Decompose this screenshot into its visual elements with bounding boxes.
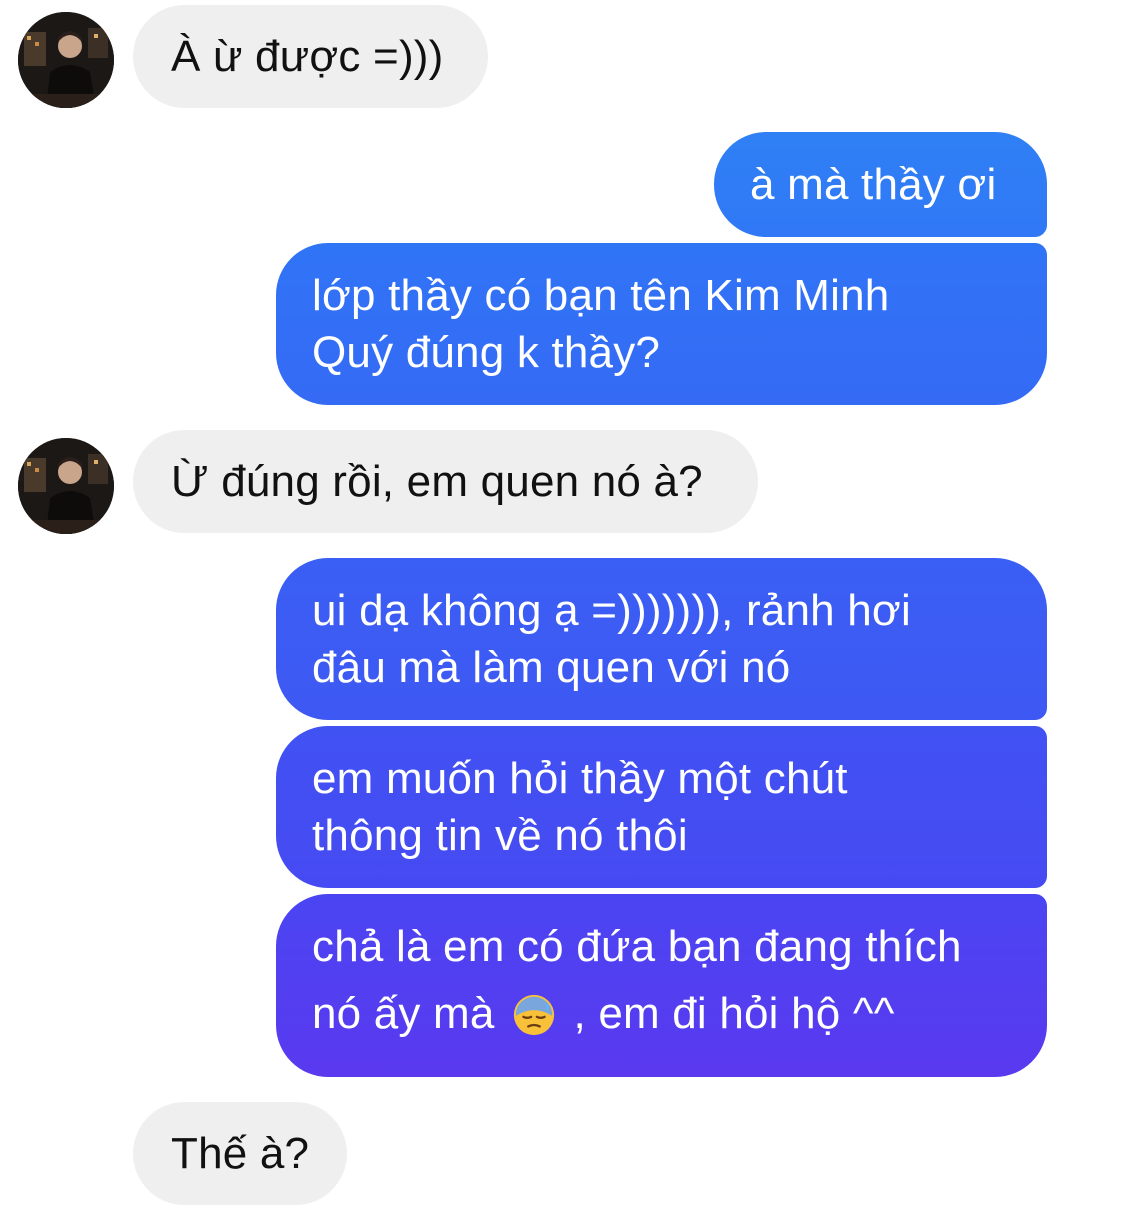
message-text: Quý đúng k thầy? — [312, 328, 661, 377]
outgoing-message[interactable]: ui dạ không ạ =))))))), rảnh hơi đâu mà … — [276, 558, 1047, 720]
incoming-message[interactable]: Thế à? — [133, 1102, 347, 1205]
outgoing-message[interactable]: à mà thầy ơi — [714, 132, 1047, 237]
message-text: Thế à? — [171, 1129, 310, 1178]
contact-photo — [18, 438, 114, 534]
outgoing-message[interactable]: chả là em có đứa bạn đang thích nó ấy mà… — [276, 894, 1047, 1077]
message-text: lớp thầy có bạn tên Kim Minh — [312, 271, 890, 320]
contact-avatar[interactable] — [18, 12, 114, 108]
message-text: đâu mà làm quen với nó — [312, 643, 791, 692]
message-text: Ừ đúng rồi, em quen nó à? — [171, 457, 703, 506]
message-text-with-emoji: nó ấy mà , em đi hỏi hộ ^^ — [312, 979, 1011, 1049]
outgoing-message[interactable]: lớp thầy có bạn tên Kim Minh Quý đúng k … — [276, 243, 1047, 405]
incoming-message[interactable]: Ừ đúng rồi, em quen nó à? — [133, 430, 758, 533]
downcast-sweat-face-emoji — [513, 994, 555, 1036]
message-text: nó ấy mà — [312, 989, 495, 1038]
message-text: , em đi hỏi hộ ^^ — [573, 989, 895, 1038]
message-text: chả là em có đứa bạn đang thích — [312, 922, 962, 971]
message-text: à mà thầy ơi — [750, 160, 997, 209]
message-thread[interactable]: À ừ được =))) à mà thầy ơi lớp thầy có b… — [0, 0, 1125, 1211]
contact-avatar[interactable] — [18, 438, 114, 534]
contact-photo — [18, 12, 114, 108]
message-text: thông tin về nó thôi — [312, 811, 688, 860]
outgoing-message[interactable]: em muốn hỏi thầy một chút thông tin về n… — [276, 726, 1047, 888]
incoming-message[interactable]: À ừ được =))) — [133, 5, 488, 108]
message-text: À ừ được =))) — [171, 32, 444, 81]
message-text: em muốn hỏi thầy một chút — [312, 754, 848, 803]
message-text: ui dạ không ạ =))))))), rảnh hơi — [312, 586, 911, 635]
